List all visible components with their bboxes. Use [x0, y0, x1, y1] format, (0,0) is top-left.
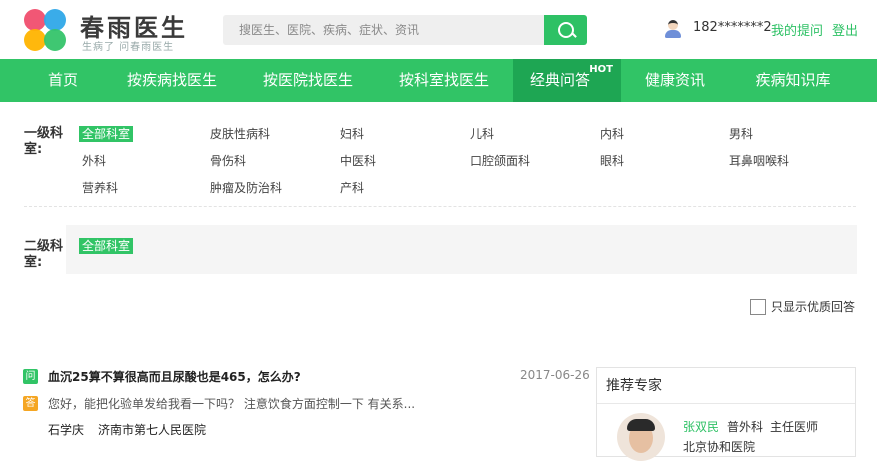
- answer-snippet[interactable]: 您好，能把化验单发给我看一下吗？ 注意饮食方面控制一下 有关系...: [48, 395, 415, 412]
- search-bar: [223, 15, 587, 45]
- nav-home[interactable]: 首页: [36, 59, 90, 102]
- filter-divider: [24, 206, 856, 207]
- nav-by-hospital[interactable]: 按医院找医生: [258, 59, 358, 102]
- expert-title: 主任医师: [770, 420, 819, 434]
- expert-name[interactable]: 张双民: [683, 418, 719, 435]
- dept-item[interactable]: 骨伤科: [210, 153, 246, 169]
- site-header: 春雨医生 生病了 问春雨医生 182*******2 我的提问 登出: [0, 0, 877, 59]
- dept-item[interactable]: 男科: [729, 126, 753, 142]
- search-button[interactable]: [544, 15, 587, 45]
- doctor-hospital: 济南市第七人民医院: [98, 423, 207, 437]
- dept-item[interactable]: 肿瘤及防治科: [210, 180, 282, 196]
- nav-classic-qa-label: 经典问答: [530, 71, 591, 89]
- answer-badge: 答: [23, 396, 38, 411]
- nav-classic-qa[interactable]: 经典问答 HOT: [513, 59, 621, 102]
- dept-item[interactable]: 皮肤性病科: [210, 126, 270, 142]
- dept-item[interactable]: 营养科: [82, 180, 118, 196]
- dept-item[interactable]: 口腔颌面科: [470, 153, 530, 169]
- my-questions-link[interactable]: 我的提问: [771, 20, 823, 39]
- question-title[interactable]: 血沉25算不算很高而且尿酸也是465，怎么办?: [48, 368, 301, 385]
- user-phone[interactable]: 182*******2: [693, 20, 772, 35]
- nav-by-disease[interactable]: 按疾病找医生: [122, 59, 222, 102]
- main-nav: 首页 按疾病找医生 按医院找医生 按科室找医生 经典问答 HOT 健康资讯 疾病…: [0, 59, 877, 102]
- dept-item[interactable]: 外科: [82, 153, 106, 169]
- dept-item[interactable]: 中医科: [340, 153, 376, 169]
- dept-item[interactable]: 产科: [340, 180, 364, 196]
- hot-badge: HOT: [589, 64, 613, 75]
- search-input[interactable]: [223, 15, 541, 45]
- nav-health-news[interactable]: 健康资讯: [640, 59, 710, 102]
- quality-only-label[interactable]: 只显示优质回答: [771, 299, 855, 315]
- logo-icon[interactable]: [24, 9, 68, 51]
- nav-disease-library[interactable]: 疾病知识库: [750, 59, 836, 102]
- logout-link[interactable]: 登出: [832, 20, 858, 39]
- dept-item[interactable]: 眼科: [600, 153, 624, 169]
- dept-item[interactable]: 全部科室: [79, 238, 134, 254]
- dept-item[interactable]: 内科: [600, 126, 624, 142]
- quality-only-checkbox[interactable]: [750, 299, 766, 315]
- expert-avatar[interactable]: [617, 413, 665, 461]
- level1-label: 一级科室:: [24, 126, 64, 157]
- dept-item[interactable]: 妇科: [340, 126, 364, 142]
- user-avatar-icon[interactable]: [664, 19, 682, 39]
- level2-options: 全部科室: [66, 225, 857, 274]
- brand-slogan: 生病了 问春雨医生: [82, 42, 175, 53]
- panel-title: 推荐专家: [606, 378, 662, 394]
- dept-item[interactable]: 全部科室: [79, 126, 134, 142]
- dept-item[interactable]: 耳鼻咽喉科: [729, 153, 789, 169]
- expert-hospital: 北京协和医院: [683, 440, 756, 454]
- doctor-name[interactable]: 石学庆: [48, 421, 84, 438]
- dept-item[interactable]: 儿科: [470, 126, 494, 142]
- expert-department: 普外科: [727, 420, 764, 434]
- recommended-experts-panel: 推荐专家 张双民 普外科 主任医师 北京协和医院: [596, 367, 856, 461]
- nav-by-department[interactable]: 按科室找医生: [394, 59, 494, 102]
- level2-label: 二级科室:: [24, 239, 64, 270]
- panel-divider: [597, 403, 855, 404]
- question-date: 2017-06-26: [520, 368, 590, 382]
- question-badge: 问: [23, 369, 38, 384]
